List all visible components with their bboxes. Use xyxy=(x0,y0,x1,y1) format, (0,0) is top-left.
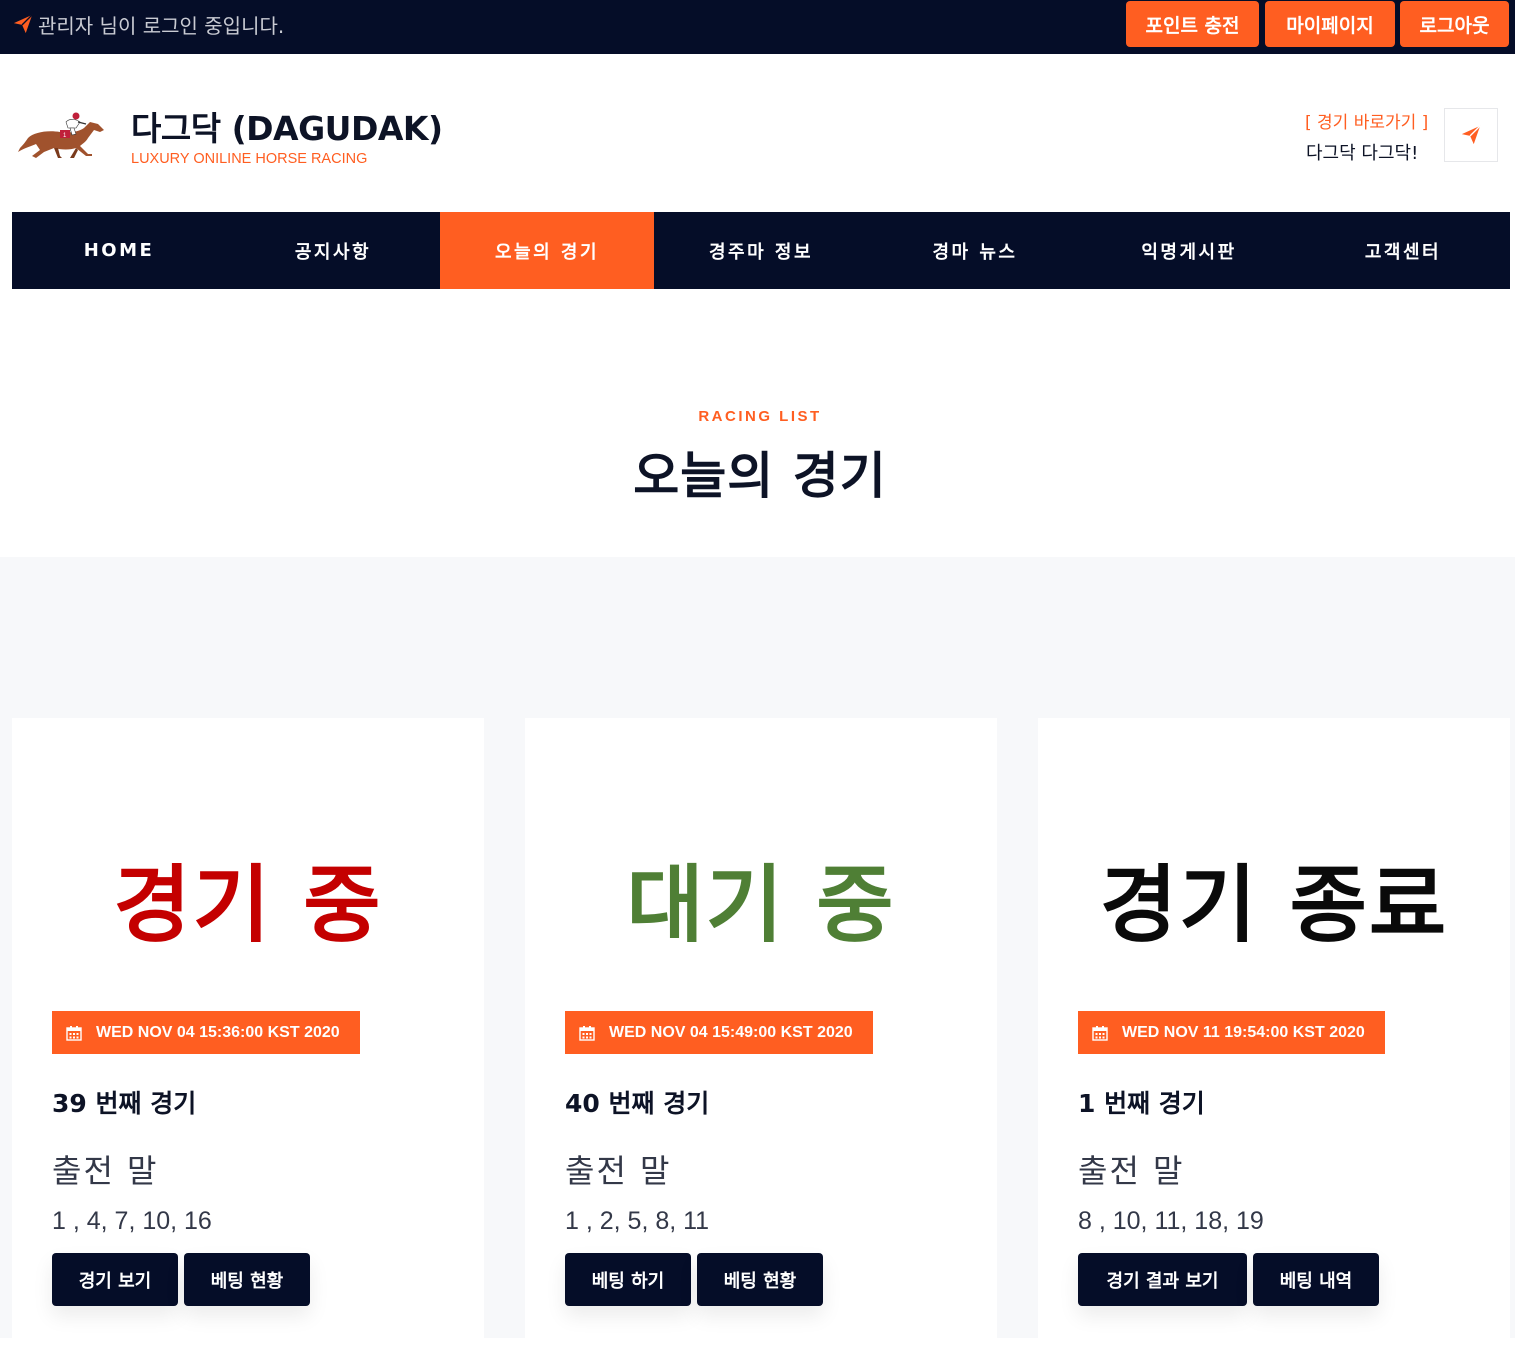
mypage-button[interactable]: 마이페이지 xyxy=(1265,1,1395,47)
login-status-text: 관리자 님이 로그인 중입니다. xyxy=(38,13,285,38)
horse-jockey-logo[interactable]: 1 xyxy=(14,108,108,164)
calendar-icon xyxy=(1092,1025,1108,1041)
race-shortcut-text: 다그닥 다그닥! xyxy=(1306,143,1419,164)
nav-item-home[interactable]: HOME xyxy=(12,212,226,289)
race-status: 경기 종료 xyxy=(1099,856,1449,954)
race-date-badge: WED NOV 11 19:54:00 KST 2020 xyxy=(1078,1011,1385,1054)
race-date-badge: WED NOV 04 15:36:00 KST 2020 xyxy=(52,1011,360,1054)
nav-item-notice[interactable]: 공지사항 xyxy=(226,212,440,289)
race-status: 경기 중 xyxy=(113,856,383,954)
horse-label: 출전 말 xyxy=(565,1152,672,1190)
race-card: 경기 종료 WED NOV 11 19:54:00 KST 2020 1 번째 … xyxy=(1038,718,1510,1358)
race-shortcut-link[interactable]: [ 경기 바로가기 ] xyxy=(1305,108,1428,133)
horse-label: 출전 말 xyxy=(1078,1152,1185,1190)
calendar-icon xyxy=(579,1025,595,1041)
race-date: WED NOV 11 19:54:00 KST 2020 xyxy=(1122,1023,1365,1041)
betting-status-button[interactable]: 베팅 현황 xyxy=(184,1253,310,1306)
race-title[interactable]: 40 번째 경기 xyxy=(565,1084,709,1120)
calendar-icon xyxy=(66,1025,82,1041)
betting-history-button[interactable]: 베팅 내역 xyxy=(1253,1253,1379,1306)
race-card: 경기 중 WED NOV 04 15:36:00 KST 2020 39 번째 … xyxy=(12,718,484,1358)
horse-numbers: 1 , 4, 7, 10, 16 xyxy=(52,1207,212,1235)
nav-item-racing-news[interactable]: 경마 뉴스 xyxy=(868,212,1082,289)
horse-label: 출전 말 xyxy=(52,1152,159,1190)
point-charge-button[interactable]: 포인트 충전 xyxy=(1126,1,1259,47)
horse-numbers: 1 , 2, 5, 8, 11 xyxy=(565,1207,710,1235)
paper-plane-icon xyxy=(1461,125,1481,145)
main-nav: HOME 공지사항 오늘의 경기 경주마 정보 경마 뉴스 익명게시판 고객센터 xyxy=(12,212,1510,289)
logout-button[interactable]: 로그아웃 xyxy=(1400,1,1509,47)
betting-status-button[interactable]: 베팅 현황 xyxy=(697,1253,823,1306)
race-title[interactable]: 1 번째 경기 xyxy=(1078,1084,1205,1120)
section-kicker: RACING LIST xyxy=(698,408,822,425)
horse-numbers: 8 , 10, 11, 18, 19 xyxy=(1078,1207,1264,1235)
race-date-badge: WED NOV 04 15:49:00 KST 2020 xyxy=(565,1011,873,1054)
nav-item-anonymous-board[interactable]: 익명게시판 xyxy=(1082,212,1296,289)
brand-subtitle: LUXURY ONILINE HORSE RACING xyxy=(131,151,368,167)
top-bar: 관리자 님이 로그인 중입니다. 포인트 충전 마이페이지 로그아웃 xyxy=(0,0,1515,54)
brand-title[interactable]: 다그닥 (DAGUDAK) xyxy=(131,102,443,150)
race-shortcut-button[interactable] xyxy=(1444,108,1498,162)
section-title: 오늘의 경기 xyxy=(633,447,887,505)
watch-race-button[interactable]: 경기 보기 xyxy=(52,1253,178,1306)
race-result-button[interactable]: 경기 결과 보기 xyxy=(1078,1253,1247,1306)
race-status: 대기 중 xyxy=(626,856,896,954)
nav-item-today-race[interactable]: 오늘의 경기 xyxy=(440,212,654,289)
race-title[interactable]: 39 번째 경기 xyxy=(52,1084,196,1120)
site-header: 1 다그닥 (DAGUDAK) LUXURY ONILINE HORSE RAC… xyxy=(0,54,1515,212)
paper-plane-icon xyxy=(13,14,33,34)
race-card: 대기 중 WED NOV 04 15:49:00 KST 2020 40 번째 … xyxy=(525,718,997,1358)
race-date: WED NOV 04 15:36:00 KST 2020 xyxy=(96,1023,340,1041)
race-date: WED NOV 04 15:49:00 KST 2020 xyxy=(609,1023,853,1041)
nav-item-customer-center[interactable]: 고객센터 xyxy=(1296,212,1510,289)
login-status: 관리자 님이 로그인 중입니다. xyxy=(12,12,285,38)
nav-item-horse-info[interactable]: 경주마 정보 xyxy=(654,212,868,289)
place-bet-button[interactable]: 베팅 하기 xyxy=(565,1253,691,1306)
